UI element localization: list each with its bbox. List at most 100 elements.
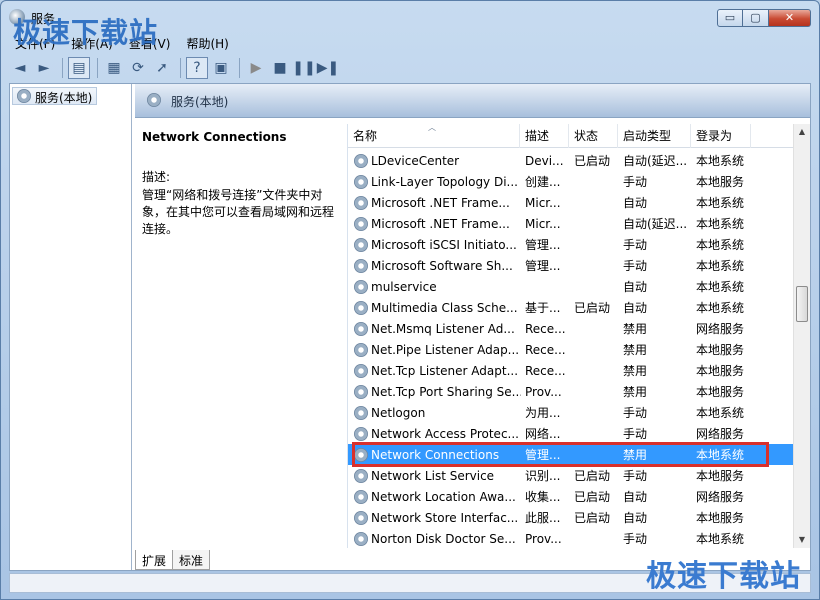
scroll-down-icon[interactable]: ▼ (794, 532, 810, 548)
service-name-cell: Net.Pipe Listener Adap... (371, 342, 520, 357)
service-row[interactable]: Net.Tcp Listener Adapt... Rece... 禁用 本地服务 (348, 360, 794, 381)
pause-service-icon[interactable]: ❚❚ (292, 57, 315, 79)
column-header-logon-as[interactable]: 登录为 (691, 124, 751, 148)
service-startup-cell: 自动(延迟... (623, 217, 688, 231)
service-row[interactable]: Net.Msmq Listener Ad... Rece... 禁用 网络服务 (348, 318, 794, 339)
service-row[interactable]: Microsoft iSCSI Initiato... 管理... 手动 本地系统 (348, 234, 794, 255)
service-status-cell: 已启动 (574, 490, 611, 504)
service-logon-cell: 本地系统 (696, 238, 745, 252)
service-startup-cell: 自动 (623, 301, 648, 315)
service-logon-cell: 本地系统 (696, 448, 745, 462)
service-name-cell: Microsoft .NET Frame... (371, 216, 510, 231)
start-service-icon[interactable]: ▶ (245, 57, 267, 79)
service-desc-cell: 此服... (525, 511, 561, 525)
service-desc-cell: 管理... (525, 448, 561, 462)
watermark-logo-bottom: 极速下载站 (646, 559, 801, 594)
service-row[interactable]: Netlogon 为用... 手动 本地系统 (348, 402, 794, 423)
service-name-cell: Net.Tcp Port Sharing Se... (371, 384, 521, 399)
pane-title: 服务(本地) (171, 95, 229, 109)
scrollbar-thumb[interactable] (796, 286, 808, 322)
service-gear-icon (354, 489, 368, 504)
column-header-name[interactable]: ︿ 名称 (348, 123, 520, 148)
properties-icon[interactable]: ▦ (103, 57, 125, 79)
service-startup-cell: 自动 (623, 280, 648, 294)
column-header-description[interactable]: 描述 (520, 124, 569, 148)
service-row[interactable]: Multimedia Class Sche... 基于... 已启动 自动 本地系统 (348, 297, 794, 318)
service-name-cell: Net.Tcp Listener Adapt... (371, 363, 519, 378)
service-gear-icon (354, 300, 368, 315)
stop-service-icon[interactable]: ■ (269, 57, 291, 79)
service-row[interactable]: Link-Layer Topology Di... 创建... 手动 本地服务 (348, 171, 794, 192)
service-gear-icon (354, 195, 368, 210)
service-row[interactable]: Network Access Protec... 网络... 手动 网络服务 (348, 423, 794, 444)
services-gear-icon (17, 89, 31, 103)
export-list-icon[interactable]: ➚ (151, 57, 173, 79)
help-icon[interactable]: ? (186, 57, 208, 79)
service-startup-cell: 自动 (623, 196, 648, 210)
service-gear-icon (354, 468, 368, 483)
service-startup-cell: 自动 (623, 490, 648, 504)
service-name-cell: Microsoft iSCSI Initiato... (371, 237, 517, 252)
tab-extended[interactable]: 扩展 (135, 550, 174, 570)
service-logon-cell: 本地系统 (696, 196, 745, 210)
service-row[interactable]: Network Store Interfac... 此服... 已启动 自动 本地服务 (348, 507, 794, 528)
service-row[interactable]: Microsoft .NET Frame... Micr... 自动(延迟... 本地… (348, 213, 794, 234)
menu-help[interactable]: 帮助(H) (178, 33, 236, 53)
service-row[interactable]: Network Connections 管理... 禁用 本地系统 (348, 442, 794, 467)
service-gear-icon (354, 237, 368, 252)
toolbar-separator (180, 58, 181, 78)
service-desc-cell: 管理... (525, 259, 561, 273)
service-desc-cell: 基于... (525, 301, 561, 315)
vertical-scrollbar[interactable]: ▲ ▼ (793, 124, 810, 548)
service-row[interactable]: LDeviceCenter Devi... 已启动 自动(延迟... 本地系统 (348, 150, 794, 171)
tab-standard[interactable]: 标准 (172, 550, 211, 570)
service-startup-cell: 手动 (623, 259, 648, 273)
service-row[interactable]: Net.Pipe Listener Adap... Rece... 禁用 本地服务 (348, 339, 794, 360)
service-gear-icon (354, 279, 368, 294)
service-name-cell: Norton Disk Doctor Se... (371, 531, 516, 546)
service-name-cell: Multimedia Class Sche... (371, 300, 518, 315)
services-list: ︿ 名称 描述 状态 启动类型 登录为 LDeviceCenter Devi...… (347, 123, 810, 549)
service-detail-panel: Network Connections 描述: 管理“网络和拨号连接”文件夹中对… (135, 124, 341, 544)
column-header-status[interactable]: 状态 (569, 124, 618, 148)
service-row[interactable]: Microsoft .NET Frame... Micr... 自动 本地系统 (348, 192, 794, 213)
tree-item-services-local[interactable]: 服务(本地) (12, 87, 98, 105)
service-gear-icon (354, 153, 368, 168)
service-row[interactable]: Network List Service 识别... 已启动 手动 本地服务 (348, 465, 794, 486)
service-logon-cell: 本地服务 (696, 364, 745, 378)
column-status-label: 状态 (574, 129, 599, 143)
service-name-cell: Network Location Awa... (371, 489, 516, 504)
service-desc-cell: 为用... (525, 406, 561, 420)
show-console-tree-icon[interactable]: ▤ (68, 57, 90, 79)
service-status-cell: 已启动 (574, 301, 611, 315)
restart-service-icon[interactable]: ▶❚ (317, 57, 340, 79)
service-logon-cell: 本地系统 (696, 532, 745, 546)
minimize-button[interactable]: ▭ (717, 9, 743, 27)
service-startup-cell: 手动 (623, 532, 648, 546)
forward-icon[interactable]: ► (33, 57, 55, 79)
toolbar: ◄ ► ▤ ▦ ⟳ ➚ ? ▣ ▶ ■ ❚❚ ▶❚ (9, 55, 811, 81)
service-logon-cell: 本地服务 (696, 469, 745, 483)
list-column-header: ︿ 名称 描述 状态 启动类型 登录为 (348, 123, 794, 148)
view-icon[interactable]: ▣ (210, 57, 232, 79)
scroll-up-icon[interactable]: ▲ (794, 124, 810, 140)
service-status-cell: 已启动 (574, 154, 611, 168)
column-logon-label: 登录为 (696, 129, 733, 143)
service-row[interactable]: Norton Disk Doctor Se... Prov... 手动 本地系统 (348, 528, 794, 549)
service-row[interactable]: Net.Tcp Port Sharing Se... Prov... 禁用 本地服务 (348, 381, 794, 402)
service-row[interactable]: Network Location Awa... 收集... 已启动 自动 网络服务 (348, 486, 794, 507)
service-desc-cell: Rece... (525, 342, 566, 357)
service-row[interactable]: mulservice 自动 本地系统 (348, 276, 794, 297)
back-icon[interactable]: ◄ (9, 57, 31, 79)
watermark-logo-top: 极速下载站 (13, 16, 159, 49)
column-header-startup-type[interactable]: 启动类型 (618, 124, 691, 148)
detail-service-name: Network Connections (142, 130, 287, 144)
maximize-button[interactable]: ▢ (743, 9, 769, 27)
detail-description-text: 管理“网络和拨号连接”文件夹中对象，在其中您可以查看局域网和远程连接。 (142, 188, 335, 236)
close-button[interactable]: ✕ (769, 9, 811, 27)
service-desc-cell: Prov... (525, 531, 562, 546)
refresh-icon[interactable]: ⟳ (127, 57, 149, 79)
service-row[interactable]: Microsoft Software Sh... 管理... 手动 本地系统 (348, 255, 794, 276)
service-logon-cell: 本地系统 (696, 301, 745, 315)
service-gear-icon (354, 321, 368, 336)
